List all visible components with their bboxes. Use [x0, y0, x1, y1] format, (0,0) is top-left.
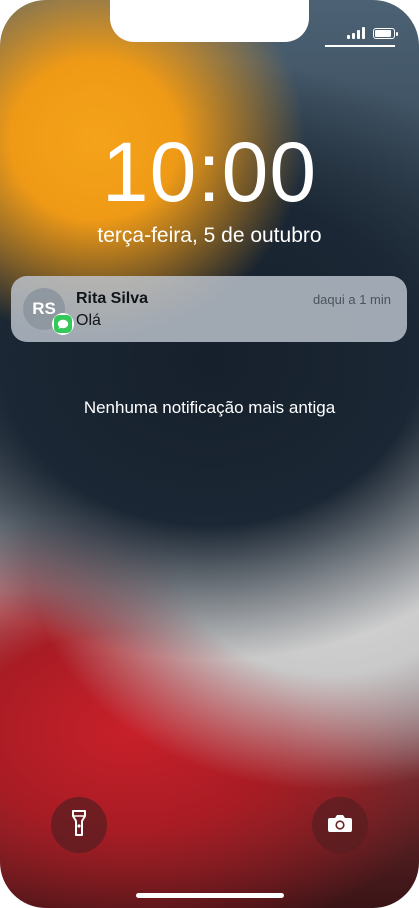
- battery-icon: [373, 27, 398, 39]
- notification-message: Olá: [76, 312, 101, 329]
- flashlight-icon: [71, 809, 87, 842]
- message-notification[interactable]: RS Rita Silva Olá daqui a 1 min: [11, 276, 407, 342]
- status-bar: [347, 26, 398, 40]
- status-underline: [325, 45, 395, 47]
- no-older-notifications: Nenhuma notificação mais antiga: [83, 398, 336, 417]
- messages-icon: [52, 313, 74, 335]
- clock-time: 10:00: [101, 125, 318, 219]
- notification-time: daqui a 1 min: [312, 292, 391, 307]
- signal-strength-icon: [347, 27, 365, 39]
- camera-button[interactable]: [312, 797, 368, 853]
- lock-screen: 10:00 terça-feira, 5 de outubro RS Rita …: [0, 0, 419, 908]
- flashlight-button[interactable]: [51, 797, 107, 853]
- camera-icon: [327, 813, 353, 838]
- clock-date: terça-feira, 5 de outubro: [97, 224, 322, 247]
- home-indicator[interactable]: [136, 893, 284, 898]
- notification-sender: Rita Silva: [76, 290, 149, 307]
- notch: [110, 0, 309, 42]
